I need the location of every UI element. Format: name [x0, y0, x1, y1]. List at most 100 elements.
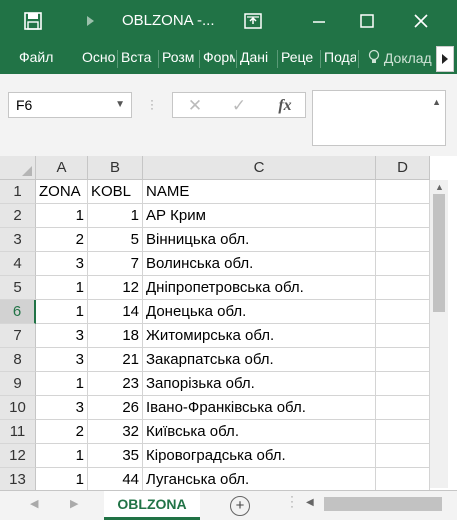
cell-c5[interactable]: Дніпропетровська обл. [143, 276, 376, 300]
cell-c10[interactable]: Івано-Франківська обл. [143, 396, 376, 420]
chevron-down-icon[interactable]: ▼ [115, 93, 125, 117]
column-header-d[interactable]: D [376, 156, 430, 180]
minimize-icon[interactable] [306, 8, 332, 34]
cell-c8[interactable]: Закарпатська обл. [143, 348, 376, 372]
cell-b6[interactable]: 14 [88, 300, 143, 324]
cancel-icon[interactable]: ✕ [183, 96, 207, 116]
cell-c11[interactable]: Київська обл. [143, 420, 376, 444]
cell-c12[interactable]: Кіровоградська обл. [143, 444, 376, 468]
ribbon-scroll-right-button[interactable] [436, 46, 454, 72]
row-header[interactable]: 12 [0, 444, 36, 468]
prev-sheet-icon[interactable]: ◀ [30, 497, 38, 510]
restore-window-icon[interactable] [240, 8, 266, 34]
tab-file[interactable]: Файл [19, 49, 53, 65]
cell-c7[interactable]: Житомирська обл. [143, 324, 376, 348]
cell-a11[interactable]: 2 [36, 420, 88, 444]
formula-input[interactable]: ▲ [312, 90, 446, 146]
cell-c4[interactable]: Волинська обл. [143, 252, 376, 276]
cell-c3[interactable]: Вінницька обл. [143, 228, 376, 252]
redo-icon[interactable] [78, 8, 104, 34]
tab-view[interactable]: Подан [324, 49, 356, 65]
tab-data[interactable]: Дані [240, 49, 276, 65]
maximize-icon[interactable] [354, 8, 380, 34]
column-header-b[interactable]: B [88, 156, 143, 180]
cell-a2[interactable]: 1 [36, 204, 88, 228]
cell-b1[interactable]: KOBL [88, 180, 143, 204]
cell-d4[interactable] [376, 252, 430, 276]
cell-c1[interactable]: NAME [143, 180, 376, 204]
tab-page-layout[interactable]: Розм [162, 49, 198, 65]
cell-b5[interactable]: 12 [88, 276, 143, 300]
cell-d11[interactable] [376, 420, 430, 444]
cell-b3[interactable]: 5 [88, 228, 143, 252]
save-icon[interactable] [20, 8, 46, 34]
scroll-left-icon[interactable]: ◀ [306, 497, 314, 508]
row-header[interactable]: 11 [0, 420, 36, 444]
cell-c9[interactable]: Запорізька обл. [143, 372, 376, 396]
tell-me-search[interactable]: Доклад [368, 49, 432, 66]
row-header[interactable]: 6 [0, 300, 36, 324]
row-header[interactable]: 7 [0, 324, 36, 348]
cell-b12[interactable]: 35 [88, 444, 143, 468]
row-header[interactable]: 4 [0, 252, 36, 276]
name-box[interactable]: F6 ▼ [8, 92, 132, 118]
cell-b10[interactable]: 26 [88, 396, 143, 420]
cell-a4[interactable]: 3 [36, 252, 88, 276]
tab-home[interactable]: Осно [82, 49, 116, 65]
drag-handle-icon[interactable]: · · · [150, 94, 154, 114]
cell-d13[interactable] [376, 468, 430, 492]
tab-review[interactable]: Реце [281, 49, 319, 65]
cell-b11[interactable]: 32 [88, 420, 143, 444]
cell-d6[interactable] [376, 300, 430, 324]
cell-b13[interactable]: 44 [88, 468, 143, 492]
cell-d10[interactable] [376, 396, 430, 420]
cell-a6[interactable]: 1 [36, 300, 88, 324]
cell-d7[interactable] [376, 324, 430, 348]
row-header[interactable]: 13 [0, 468, 36, 492]
row-header[interactable]: 8 [0, 348, 36, 372]
horizontal-scrollbar[interactable]: · · · ◀ [280, 490, 456, 514]
column-header-a[interactable]: A [36, 156, 88, 180]
cell-a9[interactable]: 1 [36, 372, 88, 396]
cell-a5[interactable]: 1 [36, 276, 88, 300]
enter-icon[interactable]: ✓ [227, 96, 251, 116]
cell-d5[interactable] [376, 276, 430, 300]
cell-d9[interactable] [376, 372, 430, 396]
scrollbar-thumb[interactable] [433, 194, 445, 312]
cell-c13[interactable]: Луганська обл. [143, 468, 376, 492]
row-header[interactable]: 3 [0, 228, 36, 252]
close-icon[interactable] [408, 8, 434, 34]
cell-d12[interactable] [376, 444, 430, 468]
cell-d3[interactable] [376, 228, 430, 252]
cell-b8[interactable]: 21 [88, 348, 143, 372]
cell-a1[interactable]: ZONA [36, 180, 88, 204]
chevron-up-icon[interactable]: ▲ [432, 97, 441, 107]
cell-b2[interactable]: 1 [88, 204, 143, 228]
scroll-up-icon[interactable]: ▲ [435, 182, 444, 192]
add-sheet-button[interactable]: + [230, 496, 250, 516]
cell-a12[interactable]: 1 [36, 444, 88, 468]
horizontal-scrollbar-thumb[interactable] [324, 497, 442, 511]
row-header[interactable]: 5 [0, 276, 36, 300]
cell-a3[interactable]: 2 [36, 228, 88, 252]
cell-c6[interactable]: Донецька обл. [143, 300, 376, 324]
cell-b7[interactable]: 18 [88, 324, 143, 348]
insert-function-button[interactable]: fx [273, 96, 297, 116]
split-handle-icon[interactable]: · · · [290, 490, 294, 512]
column-header-c[interactable]: C [143, 156, 376, 180]
row-header[interactable]: 1 [0, 180, 36, 204]
cell-c2[interactable]: АР Крим [143, 204, 376, 228]
cell-a13[interactable]: 1 [36, 468, 88, 492]
vertical-scrollbar[interactable]: ▲ [430, 180, 448, 488]
row-header[interactable]: 9 [0, 372, 36, 396]
cell-d2[interactable] [376, 204, 430, 228]
tab-formulas[interactable]: Форм [203, 49, 235, 65]
cell-a7[interactable]: 3 [36, 324, 88, 348]
row-header[interactable]: 2 [0, 204, 36, 228]
cell-a10[interactable]: 3 [36, 396, 88, 420]
select-all-button[interactable] [0, 156, 36, 180]
cell-d8[interactable] [376, 348, 430, 372]
next-sheet-icon[interactable]: ▶ [70, 497, 78, 510]
cell-b4[interactable]: 7 [88, 252, 143, 276]
cell-b9[interactable]: 23 [88, 372, 143, 396]
